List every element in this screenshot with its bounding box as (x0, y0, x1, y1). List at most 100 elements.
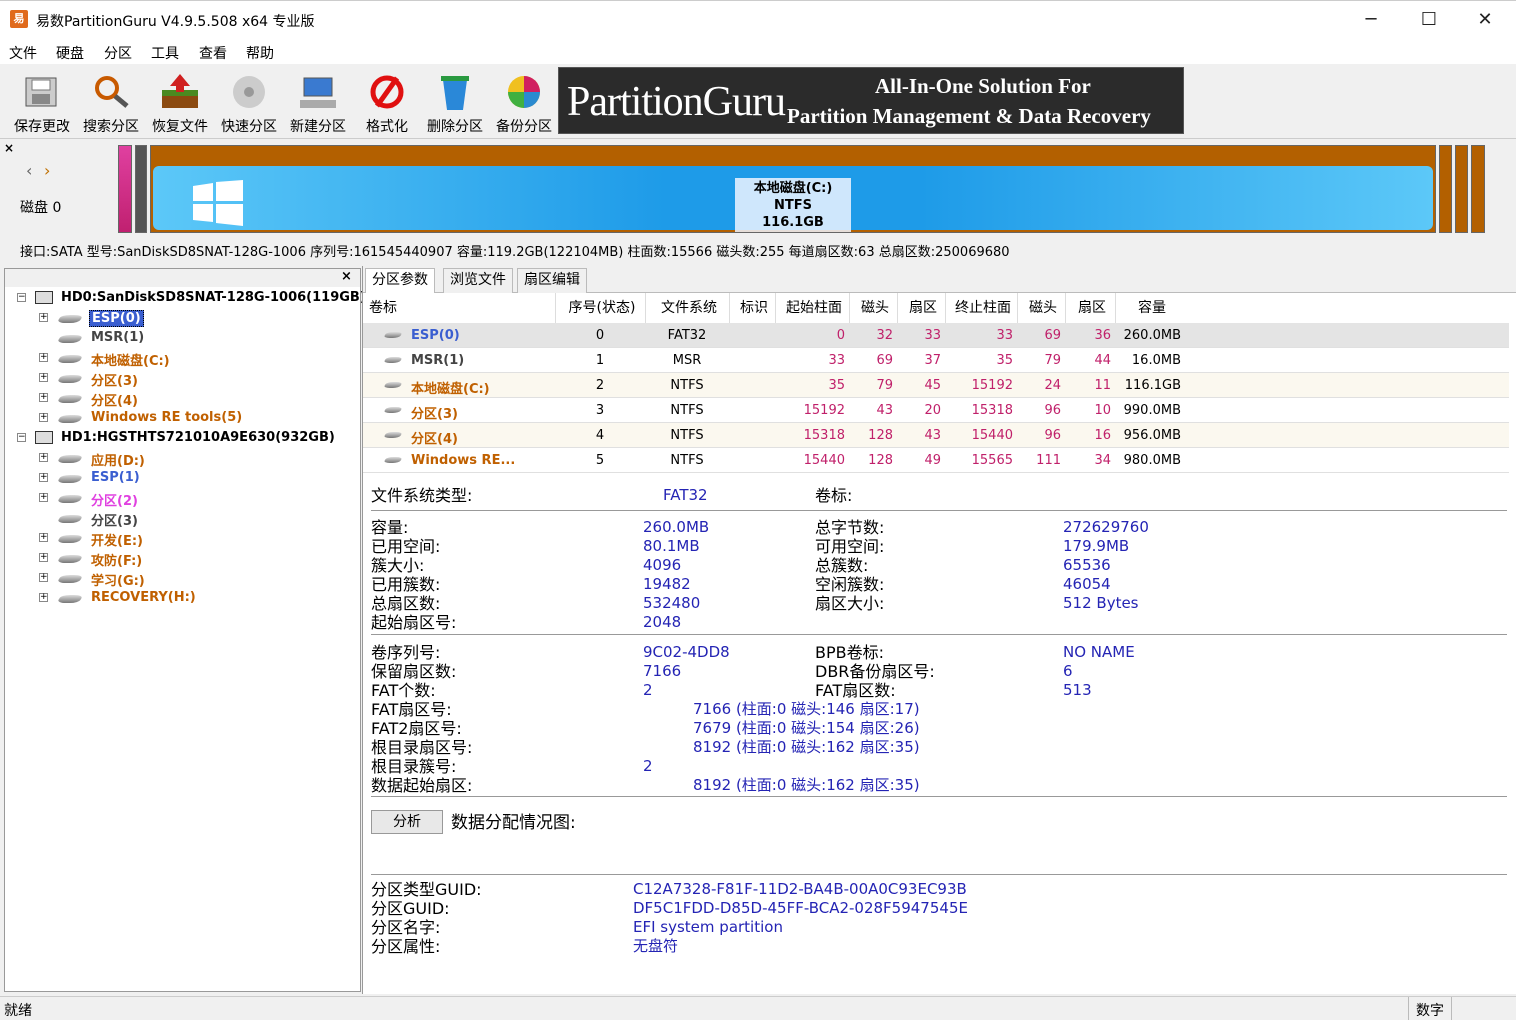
expand-icon[interactable]: + (39, 373, 48, 382)
tree-disk1[interactable]: − HD1:HGSTHTS721010A9E630(932GB) (13, 429, 353, 449)
info-value: 260.0MB (643, 518, 710, 536)
menu-tools[interactable]: 工具 (151, 43, 179, 63)
status-text: 就绪 (4, 1003, 32, 1019)
tree-partition-item[interactable]: + 攻防(F:) (13, 549, 353, 569)
expand-icon[interactable]: + (39, 533, 48, 542)
quick-partition-button[interactable]: 快速分区 (215, 68, 283, 135)
tree-partition-item[interactable]: + 开发(E:) (13, 529, 353, 549)
partition-segment-c[interactable]: 本地磁盘(C:) NTFS 116.1GB (150, 145, 1436, 233)
tree-partition-item[interactable]: + 分区(4) (13, 389, 353, 409)
table-cell: MSR (672, 353, 702, 368)
guid-label: 分区类型GUID: (371, 880, 482, 899)
disk-info: 接口:SATA 型号:SanDiskSD8SNAT-128G-1006 序列号:… (20, 245, 1010, 260)
expand-icon[interactable]: + (39, 473, 48, 482)
table-row[interactable]: 分区(4) 4 NTFS 15318 128 43 15440 96 16 956.0MB (363, 423, 1509, 448)
column-header[interactable]: 容量 (1121, 297, 1183, 317)
next-disk-icon[interactable]: › (44, 161, 50, 180)
tree-partition-item[interactable]: MSR(1) (13, 329, 353, 349)
expand-icon[interactable]: + (39, 353, 48, 362)
tree-partition-item[interactable]: + RECOVERY(H:) (13, 589, 353, 609)
table-row[interactable]: Windows RE... 5 NTFS 15440 128 49 15565 111 34 98… (363, 448, 1509, 473)
expand-icon[interactable]: + (39, 453, 48, 462)
expand-icon[interactable]: + (39, 573, 48, 582)
partition-detail-pane: 分区参数 浏览文件 扇区编辑 卷标 序号(状态) 文件系统 标识 起始柱面 磁头 扇区 终止柱… (362, 266, 1516, 994)
tree-partition-item[interactable]: + 应用(D:) (13, 449, 353, 469)
maximize-button[interactable]: ☐ (1400, 1, 1458, 39)
expand-icon[interactable]: + (39, 313, 48, 322)
new-partition-button[interactable]: 新建分区 (284, 68, 352, 135)
tree-partition-item[interactable]: 分区(3) (13, 509, 353, 529)
tree-item-label: 学习(G:) (91, 574, 145, 589)
partition-segment-4[interactable] (1455, 145, 1468, 233)
info-value: 532480 (643, 594, 701, 612)
info-value: 7679 (柱面:0 磁头:154 扇区:26) (693, 719, 920, 737)
save-icon (25, 77, 57, 107)
tree-partition-item[interactable]: + 学习(G:) (13, 569, 353, 589)
column-header[interactable]: 起始柱面 (781, 297, 847, 317)
close-button[interactable]: ✕ (1456, 1, 1514, 39)
menu-file[interactable]: 文件 (9, 43, 37, 63)
column-header[interactable]: 序号(状态) (561, 297, 643, 317)
column-header[interactable]: 标识 (735, 297, 773, 317)
column-header[interactable]: 扇区 (1071, 297, 1113, 317)
tree-disk0[interactable]: − HD0:SanDiskSD8SNAT-128G-1006(119GB) (13, 289, 366, 309)
column-header[interactable]: 终止柱面 (951, 297, 1015, 317)
quick-partition-icon (233, 76, 265, 108)
info-value: 2 (643, 681, 653, 699)
tree-partition-item[interactable]: + 分区(3) (13, 369, 353, 389)
tree-partition-item[interactable]: + Windows RE tools(5) (13, 409, 353, 429)
table-row[interactable]: 分区(3) 3 NTFS 15192 43 20 15318 96 10 990.0MB (363, 398, 1509, 423)
menu-view[interactable]: 查看 (199, 43, 227, 63)
partition-segment-msr[interactable] (135, 145, 147, 233)
search-icon (95, 76, 129, 108)
delete-partition-button[interactable]: 删除分区 (421, 68, 489, 135)
tree-item-label: ESP(0) (89, 310, 144, 327)
tree-item-label: 开发(E:) (91, 534, 143, 549)
window-title: 易数PartitionGuru V4.9.5.508 x64 专业版 (36, 14, 315, 30)
minimize-button[interactable]: ─ (1342, 1, 1400, 39)
backup-partition-button[interactable]: 备份分区 (490, 68, 558, 135)
column-header[interactable]: 文件系统 (651, 297, 727, 317)
column-header[interactable]: 磁头 (855, 297, 895, 317)
tree-item-label: 分区(4) (91, 394, 138, 409)
column-header[interactable]: 扇区 (903, 297, 943, 317)
table-cell: 96 (1044, 403, 1061, 418)
search-partition-button[interactable]: 搜索分区 (77, 68, 145, 135)
close-icon[interactable]: × (4, 141, 14, 155)
tree-partition-item[interactable]: + ESP(1) (13, 469, 353, 489)
tree-partition-item[interactable]: + 本地磁盘(C:) (13, 349, 353, 369)
partition-segment-esp[interactable] (118, 145, 132, 233)
table-row[interactable]: 本地磁盘(C:) 2 NTFS 35 79 45 15192 24 11 116.1GB (363, 373, 1509, 398)
prev-disk-icon[interactable]: ‹ (26, 161, 32, 180)
menu-partition[interactable]: 分区 (104, 43, 132, 63)
expand-icon[interactable]: + (39, 553, 48, 562)
expand-icon[interactable]: + (39, 413, 48, 422)
partition-icon (56, 535, 84, 543)
tab-partition-params[interactable]: 分区参数 (365, 268, 435, 294)
column-header[interactable]: 卷标 (369, 297, 397, 317)
save-changes-button[interactable]: 保存更改 (8, 68, 76, 135)
menu-disk[interactable]: 硬盘 (56, 43, 84, 63)
title-bar: 易 易数PartitionGuru V4.9.5.508 x64 专业版 ─ ☐… (0, 0, 1516, 38)
table-row[interactable]: ESP(0) 0 FAT32 0 32 33 33 69 36 260.0MB (363, 323, 1509, 348)
expand-icon[interactable]: + (39, 393, 48, 402)
info-value: 179.9MB (1063, 537, 1130, 555)
partition-segment-5[interactable] (1471, 145, 1485, 233)
info-value: 19482 (643, 575, 691, 593)
table-row[interactable]: MSR(1) 1 MSR 33 69 37 35 79 44 16.0MB (363, 348, 1509, 373)
column-header[interactable]: 磁头 (1023, 297, 1063, 317)
expand-icon[interactable]: + (39, 493, 48, 502)
tab-browse-files[interactable]: 浏览文件 (443, 268, 513, 293)
partition-segment-3[interactable] (1439, 145, 1452, 233)
tree-partition-item[interactable]: + 分区(2) (13, 489, 353, 509)
tree-partition-item[interactable]: + ESP(0) (13, 309, 353, 329)
info-value: 4096 (643, 556, 682, 574)
allocation-map-label: 数据分配情况图: (451, 813, 576, 833)
menu-help[interactable]: 帮助 (246, 43, 274, 63)
recover-files-button[interactable]: 恢复文件 (146, 68, 214, 135)
format-button[interactable]: 格式化 (353, 68, 421, 135)
analyze-button[interactable]: 分析 (371, 810, 443, 834)
tab-sector-edit[interactable]: 扇区编辑 (517, 268, 587, 293)
close-icon[interactable]: × (341, 269, 352, 284)
expand-icon[interactable]: + (39, 593, 48, 602)
